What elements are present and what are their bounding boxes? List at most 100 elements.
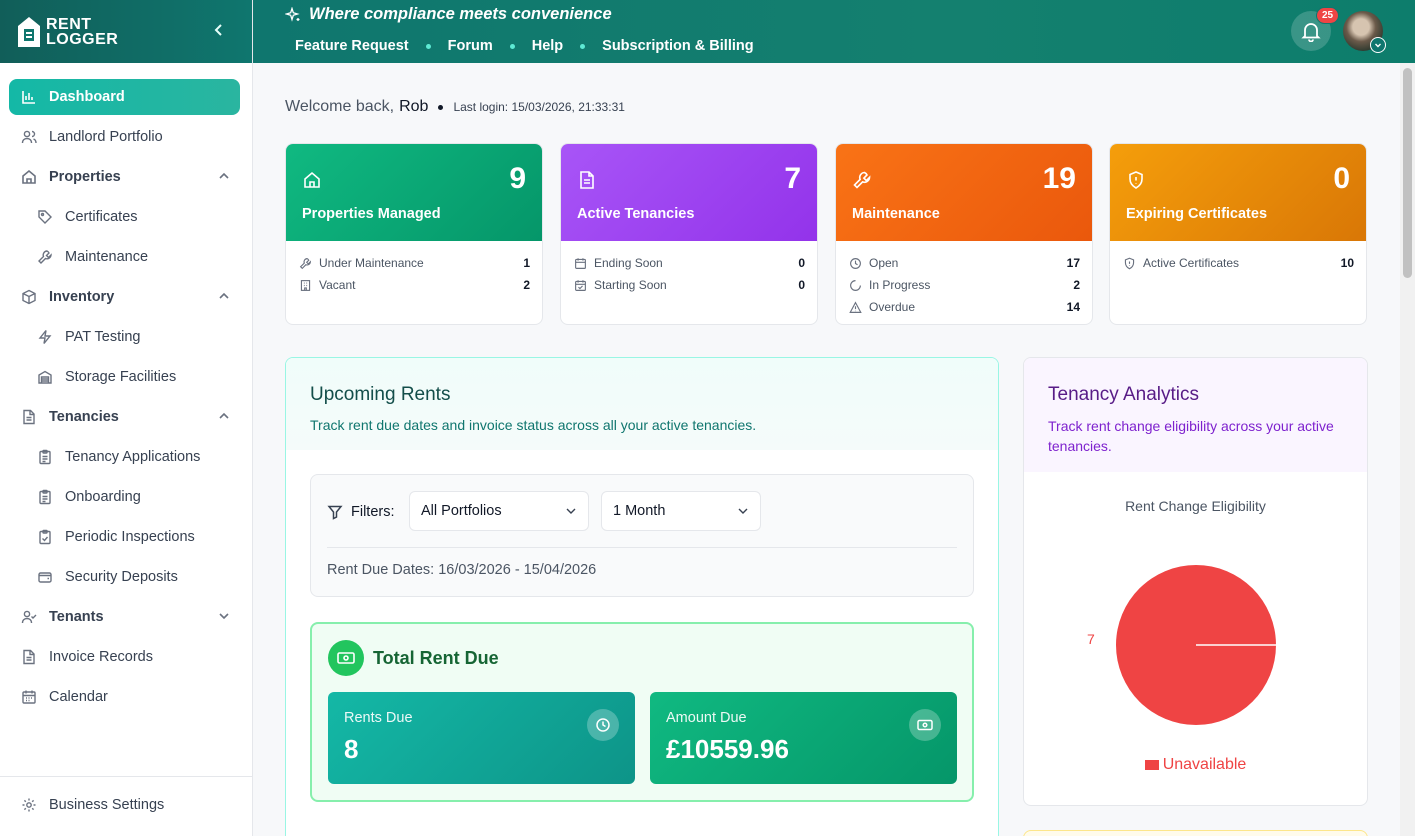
rents-due-card[interactable]: Rents Due 8	[328, 692, 635, 784]
stat-card-tenancies[interactable]: 7 Active Tenancies Ending Soon 0 Startin…	[560, 143, 818, 325]
sidebar-item-inventory[interactable]: Inventory	[9, 279, 240, 315]
forum-link[interactable]: Forum	[448, 38, 493, 54]
next-panel-edge	[1023, 830, 1368, 836]
notification-count-badge: 25	[1316, 7, 1340, 24]
stat-value: 9	[509, 162, 526, 195]
help-link[interactable]: Help	[532, 38, 563, 54]
sidebar-item-properties[interactable]: Properties	[9, 159, 240, 195]
sidebar-item-label: Properties	[49, 169, 121, 185]
tagline: Where compliance meets convenience	[285, 5, 612, 24]
sidebar-item-invoice-records[interactable]: Invoice Records	[9, 639, 240, 675]
shield-icon	[1123, 256, 1137, 270]
separator-dot	[580, 43, 586, 49]
stat-row-label: Overdue	[869, 300, 916, 314]
rent-logger-logo[interactable]: RENT LOGGER	[16, 15, 118, 49]
wrench-icon	[36, 248, 54, 266]
sidebar-item-label: Periodic Inspections	[65, 529, 195, 545]
chevron-up-icon[interactable]	[218, 410, 230, 422]
tagline-text: Where compliance meets convenience	[309, 5, 612, 23]
stat-card-maintenance[interactable]: 19 Maintenance Open 17 In Progress 2 Ove…	[835, 143, 1093, 325]
stat-row-value: 2	[1073, 278, 1080, 292]
stat-card-certificates[interactable]: 0 Expiring Certificates Active Certifica…	[1109, 143, 1367, 325]
document-icon	[20, 408, 38, 426]
stat-card-header: 0 Expiring Certificates	[1110, 144, 1366, 241]
sidebar-item-tenancies[interactable]: Tenancies	[9, 399, 240, 435]
bar-chart-icon	[20, 88, 38, 106]
stat-row-value: 0	[798, 256, 805, 270]
stat-title: Expiring Certificates	[1126, 206, 1268, 222]
separator-dot	[438, 104, 444, 110]
stat-row-value: 17	[1066, 256, 1080, 270]
period-select[interactable]: 1 Month	[601, 491, 761, 531]
stat-row-label: Ending Soon	[594, 256, 663, 270]
pie-slice-unavailable[interactable]	[1116, 565, 1276, 725]
chevron-up-icon[interactable]	[218, 290, 230, 302]
sidebar-item-certificates[interactable]: Certificates	[9, 199, 240, 235]
sidebar-item-tenancy-applications[interactable]: Tenancy Applications	[9, 439, 240, 475]
sidebar-item-maintenance[interactable]: Maintenance	[9, 239, 240, 275]
separator-dot	[509, 43, 515, 49]
user-name: Rob	[399, 98, 429, 115]
stat-title: Active Tenancies	[577, 206, 695, 222]
sidebar-item-calendar[interactable]: Calendar	[9, 679, 240, 715]
stat-card-header: 19 Maintenance	[836, 144, 1092, 241]
chevron-down-icon[interactable]	[1370, 37, 1386, 53]
filter-icon	[327, 505, 343, 520]
stat-row: Active Certificates 10	[1123, 252, 1354, 274]
amount-due-label: Amount Due	[666, 710, 747, 726]
stat-card-properties[interactable]: 9 Properties Managed Under Maintenance 1…	[285, 143, 543, 325]
sidebar-item-tenants[interactable]: Tenants	[9, 599, 240, 635]
collapse-sidebar-icon[interactable]	[212, 22, 226, 38]
stat-value: 0	[1333, 162, 1350, 195]
panel-title: Upcoming Rents	[310, 384, 451, 405]
scrollbar-thumb[interactable]	[1403, 68, 1412, 278]
sidebar-item-dashboard[interactable]: Dashboard	[9, 79, 240, 115]
sidebar-item-business-settings[interactable]: Business Settings	[9, 787, 240, 823]
sidebar-item-label: Certificates	[65, 209, 138, 225]
main-content: Welcome back, Rob Last login: 15/03/2026…	[253, 63, 1400, 836]
sidebar-item-periodic-inspections[interactable]: Periodic Inspections	[9, 519, 240, 555]
sidebar-item-label: Inventory	[49, 289, 115, 305]
sidebar-item-label: Tenancies	[49, 409, 119, 425]
rent-due-date-range: Rent Due Dates: 16/03/2026 - 15/04/2026	[327, 562, 597, 578]
clipboard-icon	[36, 448, 54, 466]
filters-label: Filters:	[327, 504, 395, 520]
amount-due-card[interactable]: Amount Due £10559.96	[650, 692, 957, 784]
chevron-down-icon[interactable]	[218, 610, 230, 622]
home-icon	[20, 168, 38, 186]
sidebar-item-label: Business Settings	[49, 797, 165, 813]
sidebar-item-onboarding[interactable]: Onboarding	[9, 479, 240, 515]
warehouse-icon	[36, 368, 54, 386]
period-select-value: 1 Month	[613, 503, 666, 519]
stat-card-header: 7 Active Tenancies	[561, 144, 817, 241]
chart-legend[interactable]: Unavailable	[1024, 756, 1367, 774]
clipboard-check-icon	[36, 528, 54, 546]
feature-request-link[interactable]: Feature Request	[295, 38, 409, 54]
welcome-prefix: Welcome back,	[285, 98, 395, 115]
chevron-up-icon[interactable]	[218, 170, 230, 182]
panel-subtitle: Track rent change eligibility across you…	[1048, 418, 1334, 454]
sidebar-item-storage-facilities[interactable]: Storage Facilities	[9, 359, 240, 395]
sidebar-item-security-deposits[interactable]: Security Deposits	[9, 559, 240, 595]
sidebar-item-label: Security Deposits	[65, 569, 178, 585]
user-check-icon	[20, 608, 38, 626]
sidebar-item-label: Calendar	[49, 689, 108, 705]
sidebar-item-landlord-portfolio[interactable]: Landlord Portfolio	[9, 119, 240, 155]
stat-title: Properties Managed	[302, 206, 441, 222]
stat-row-label: Vacant	[319, 278, 356, 292]
stat-row-value: 10	[1340, 256, 1354, 270]
pie-slice-value: 7	[1087, 631, 1095, 647]
sidebar-item-label: Tenants	[49, 609, 104, 625]
sidebar-item-label: Invoice Records	[49, 649, 153, 665]
stat-row: Open 17	[849, 252, 1080, 274]
filters-box: Filters: All Portfolios 1 Month Rent Due…	[310, 474, 974, 597]
sidebar-item-label: Onboarding	[65, 489, 141, 505]
stat-row: Vacant 2	[299, 274, 530, 296]
divider	[327, 547, 957, 548]
page-scrollbar[interactable]	[1400, 63, 1415, 836]
amount-due-value: £10559.96	[666, 734, 789, 764]
subscription-billing-link[interactable]: Subscription & Billing	[602, 38, 753, 54]
portfolio-select[interactable]: All Portfolios	[409, 491, 589, 531]
sidebar-item-pat-testing[interactable]: PAT Testing	[9, 319, 240, 355]
clock-icon	[587, 709, 619, 741]
